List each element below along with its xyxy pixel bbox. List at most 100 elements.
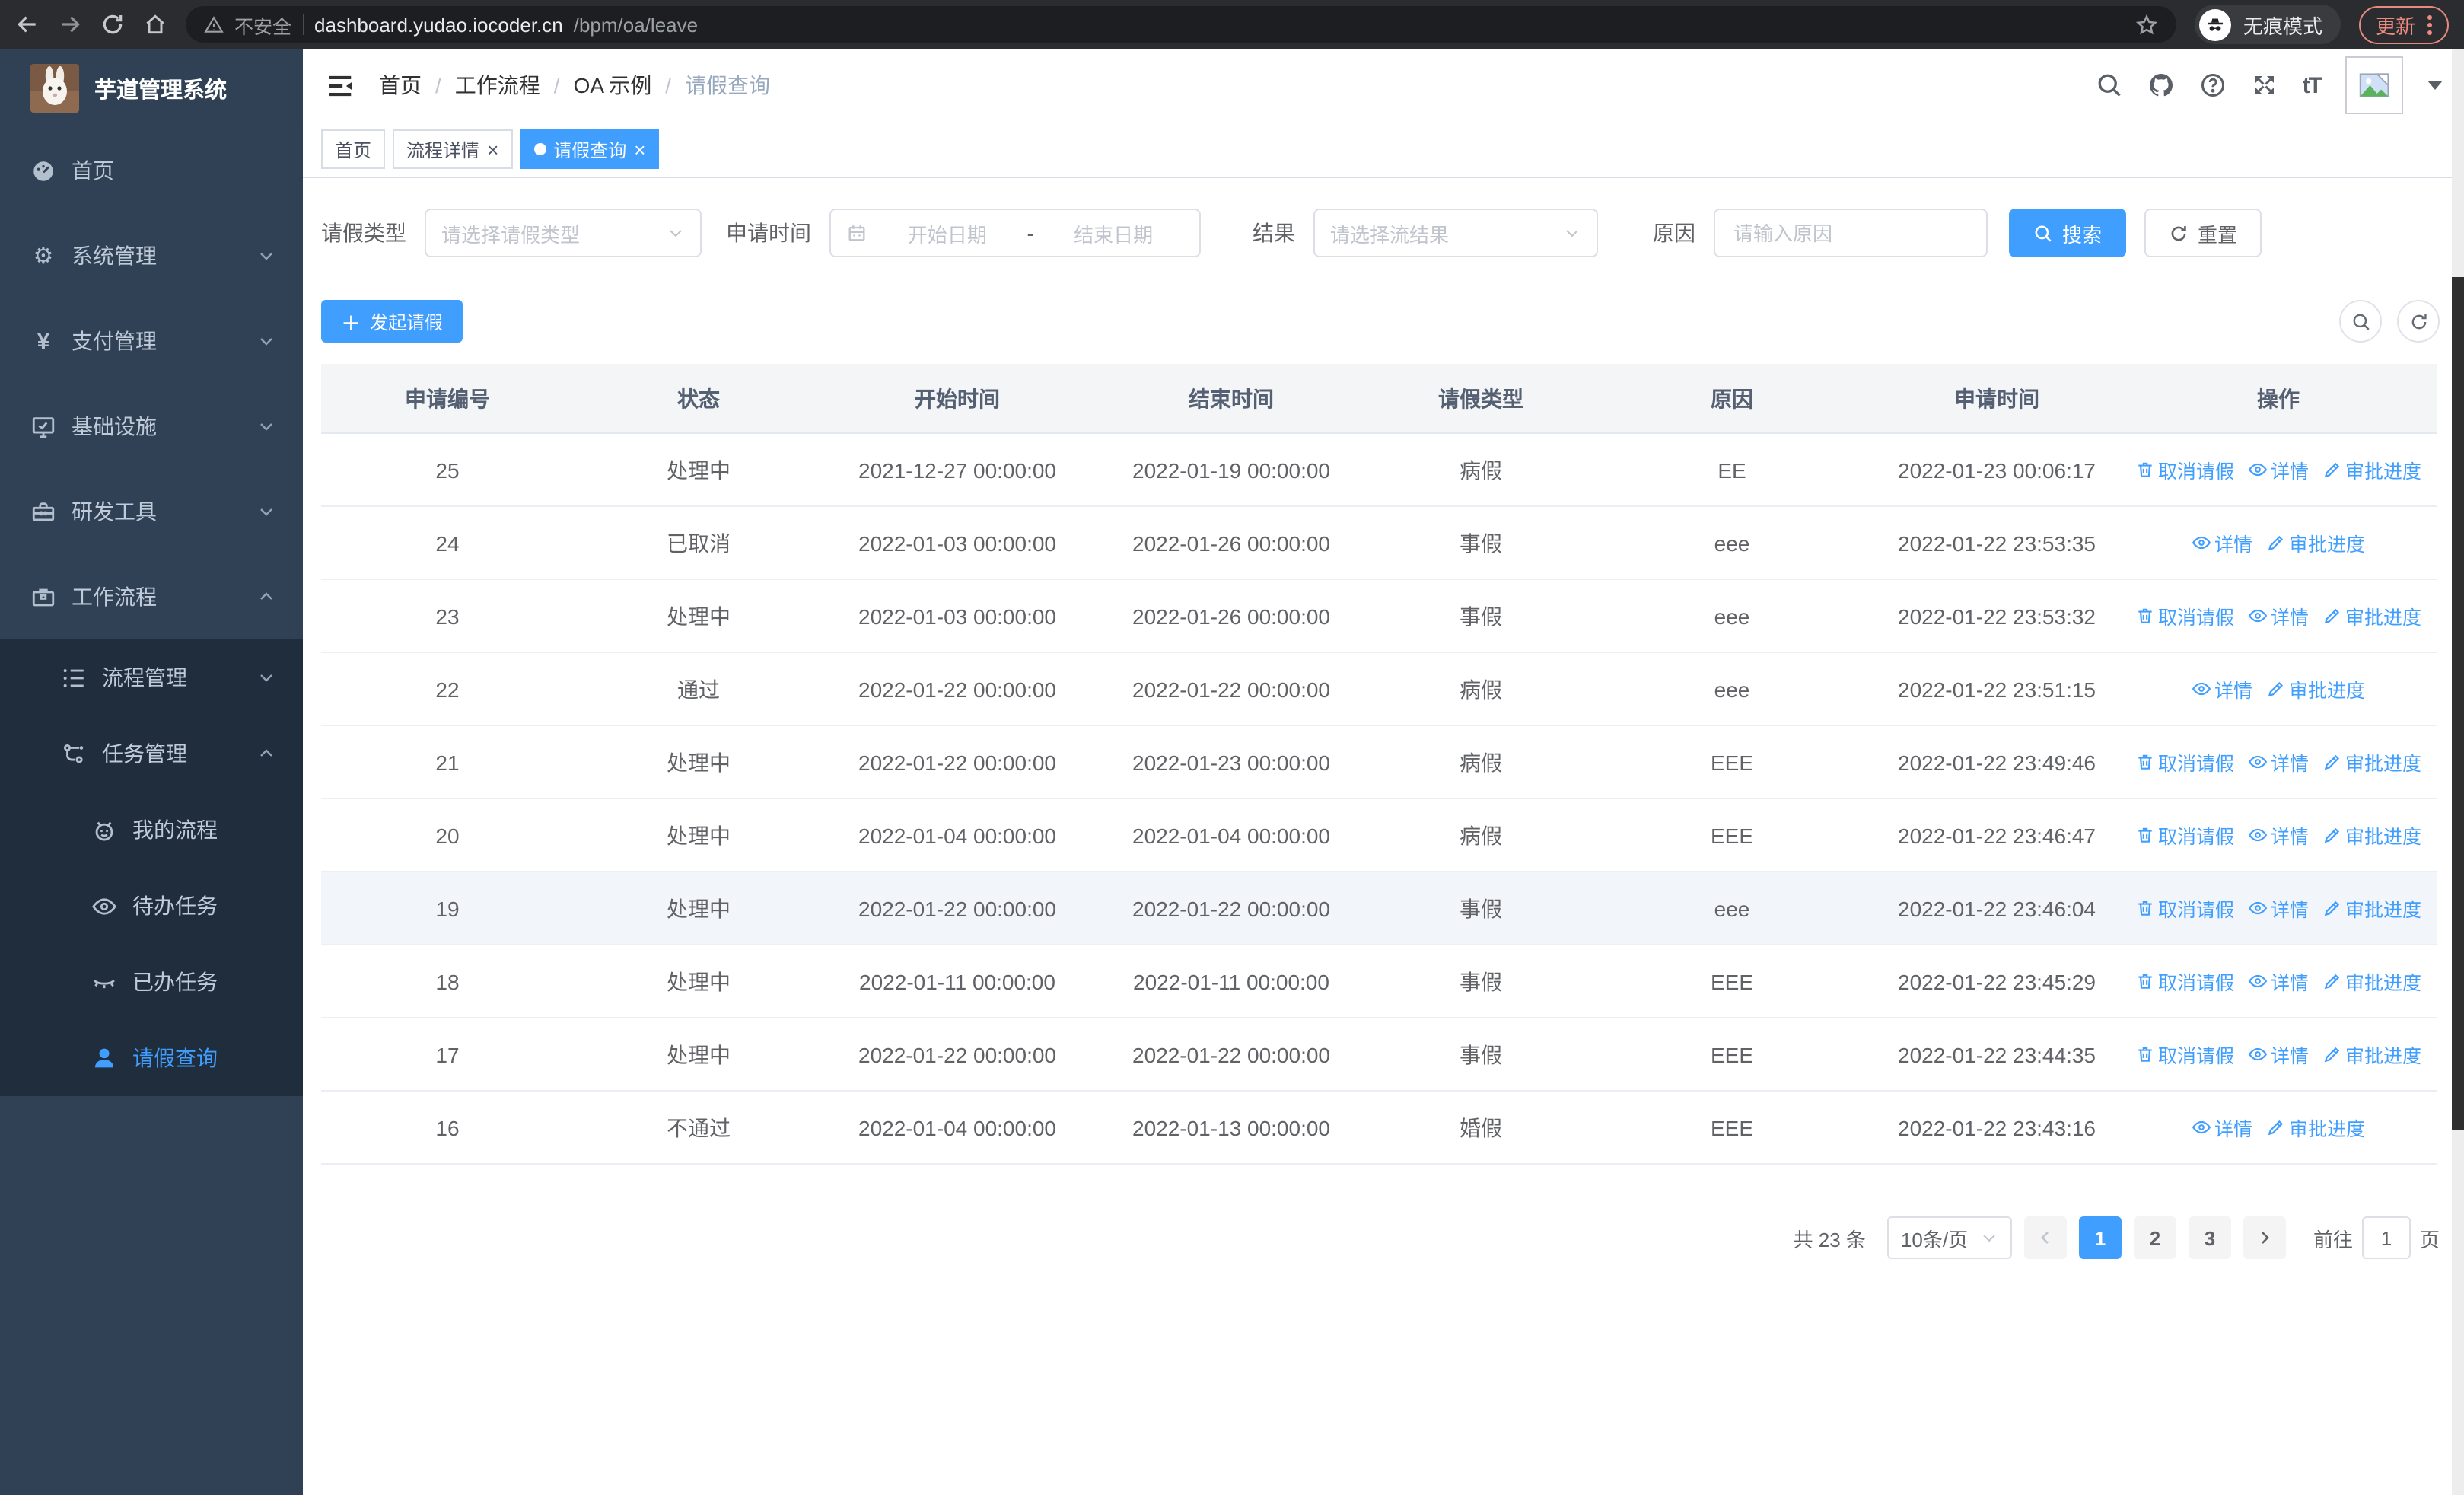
cancel-leave-link[interactable]: 取消请假 — [2135, 821, 2234, 850]
cancel-leave-link[interactable]: 取消请假 — [2135, 748, 2234, 776]
cell-leave-type: 病假 — [1460, 823, 1502, 847]
refresh-table-button[interactable] — [2397, 300, 2440, 343]
sidebar-item-process-management[interactable]: 流程管理 — [0, 639, 303, 716]
tab-label: 首页 — [335, 139, 372, 161]
cell-reason: EEE — [1710, 823, 1753, 847]
tab-process-detail[interactable]: 流程详情 × — [393, 129, 513, 169]
search-icon[interactable] — [2096, 72, 2123, 99]
cancel-leave-link[interactable]: 取消请假 — [2135, 1040, 2234, 1069]
sidebar-item-task-management[interactable]: 任务管理 — [0, 716, 303, 792]
detail-link[interactable]: 详情 — [2248, 894, 2309, 923]
show-search-toggle-button[interactable] — [2339, 300, 2382, 343]
search-button[interactable]: 搜索 — [2009, 209, 2127, 257]
sidebar-item-infrastructure[interactable]: 基础设施 — [0, 384, 303, 469]
fullscreen-icon[interactable] — [2251, 72, 2278, 99]
caret-down-icon[interactable] — [2427, 81, 2443, 90]
help-icon[interactable] — [2199, 72, 2227, 99]
reset-button[interactable]: 重置 — [2144, 209, 2262, 257]
detail-link[interactable]: 详情 — [2248, 601, 2309, 630]
next-page-button[interactable] — [2243, 1216, 2286, 1259]
back-icon[interactable] — [15, 12, 40, 37]
cancel-leave-link[interactable]: 取消请假 — [2135, 601, 2234, 630]
breadcrumb-workflow[interactable]: 工作流程 — [455, 70, 540, 100]
close-icon[interactable]: × — [634, 139, 645, 159]
cell-apply-no: 24 — [435, 531, 460, 555]
approval-progress-link[interactable]: 审批进度 — [2266, 674, 2365, 703]
create-leave-button[interactable]: ＋ 发起请假 — [321, 300, 463, 343]
cell-leave-type: 事假 — [1460, 896, 1502, 920]
cell-end-time: 2022-01-22 00:00:00 — [1132, 1042, 1330, 1066]
approval-progress-link[interactable]: 审批进度 — [2322, 1040, 2421, 1069]
breadcrumb-oa-example[interactable]: OA 示例 — [574, 70, 652, 100]
cancel-leave-link[interactable]: 取消请假 — [2135, 967, 2234, 996]
search-icon — [2352, 313, 2369, 330]
kebab-menu-icon[interactable] — [2427, 14, 2432, 34]
sidebar-item-todo-tasks[interactable]: 待办任务 — [0, 868, 303, 944]
incognito-icon — [2198, 8, 2231, 40]
approval-progress-link[interactable]: 审批进度 — [2322, 455, 2421, 484]
sidebar-item-workflow[interactable]: 工作流程 — [0, 554, 303, 639]
approval-progress-link[interactable]: 审批进度 — [2322, 894, 2421, 923]
sidebar-item-done-tasks[interactable]: 已办任务 — [0, 944, 303, 1020]
screen: 不安全 dashboard.yudao.iocoder.cn /bpm/oa/l… — [0, 0, 2464, 1495]
prev-page-button[interactable] — [2023, 1216, 2067, 1259]
bookmark-star-icon[interactable] — [2135, 13, 2158, 36]
apply-time-range-picker[interactable]: 开始日期 - 结束日期 — [829, 209, 1201, 257]
detail-link[interactable]: 详情 — [2248, 967, 2309, 996]
sidebar-item-system-management[interactable]: ⚙ 系统管理 — [0, 213, 303, 298]
detail-link[interactable]: 详情 — [2192, 1113, 2252, 1142]
sidebar-item-payment-management[interactable]: ¥ 支付管理 — [0, 298, 303, 384]
detail-link[interactable]: 详情 — [2192, 674, 2252, 703]
approval-progress-link[interactable]: 审批进度 — [2266, 528, 2365, 557]
leave-type-select[interactable]: 请选择请假类型 — [425, 209, 702, 257]
topbar-actions: tT — [2096, 56, 2443, 114]
detail-link[interactable]: 详情 — [2248, 455, 2309, 484]
goto-page-input[interactable] — [2361, 1216, 2411, 1259]
page-button-1[interactable]: 1 — [2078, 1216, 2122, 1259]
sidebar-item-my-process[interactable]: 我的流程 — [0, 792, 303, 868]
security-label[interactable]: 不安全 — [234, 10, 291, 39]
cancel-leave-link[interactable]: 取消请假 — [2135, 894, 2234, 923]
col-leave-type: 请假类型 — [1438, 386, 1523, 410]
forward-icon[interactable] — [58, 12, 82, 37]
scrollbar-track[interactable] — [2452, 49, 2464, 1495]
cancel-leave-link[interactable]: 取消请假 — [2135, 455, 2234, 484]
result-select[interactable]: 请选择流结果 — [1313, 209, 1598, 257]
sidebar-item-leave-query[interactable]: 请假查询 — [0, 1020, 303, 1096]
page-size-select[interactable]: 10条/页 — [1886, 1216, 2012, 1259]
page-button-2[interactable]: 2 — [2133, 1216, 2176, 1259]
font-size-icon[interactable]: tT — [2303, 72, 2322, 98]
sidebar-item-home[interactable]: 首页 — [0, 128, 303, 213]
approval-progress-link[interactable]: 审批进度 — [2322, 967, 2421, 996]
cell-leave-type: 病假 — [1460, 677, 1502, 701]
tab-leave-query[interactable]: 请假查询 × — [520, 129, 660, 169]
detail-link[interactable]: 详情 — [2248, 1040, 2309, 1069]
approval-progress-link[interactable]: 审批进度 — [2266, 1113, 2365, 1142]
incognito-badge: 无痕模式 — [2194, 5, 2341, 44]
detail-link[interactable]: 详情 — [2192, 528, 2252, 557]
approval-progress-link[interactable]: 审批进度 — [2322, 821, 2421, 850]
cell-apply-no: 22 — [435, 677, 460, 701]
reload-icon[interactable] — [100, 12, 125, 37]
detail-link[interactable]: 详情 — [2248, 748, 2309, 776]
breadcrumb: 首页 / 工作流程 / OA 示例 / 请假查询 — [379, 70, 770, 100]
home-icon[interactable] — [143, 12, 167, 37]
scrollbar-thumb[interactable] — [2452, 277, 2464, 1130]
update-button[interactable]: 更新 — [2358, 5, 2449, 43]
approval-progress-link[interactable]: 审批进度 — [2322, 748, 2421, 776]
cell-apply-no: 19 — [435, 896, 460, 920]
breadcrumb-home[interactable]: 首页 — [379, 70, 422, 100]
user-avatar[interactable] — [2345, 56, 2403, 114]
sidebar-item-dev-tools[interactable]: 研发工具 — [0, 469, 303, 554]
github-icon[interactable] — [2147, 72, 2175, 99]
refresh-icon — [2171, 225, 2186, 241]
sidebar-collapse-button[interactable] — [326, 71, 355, 100]
approval-progress-link[interactable]: 审批进度 — [2322, 601, 2421, 630]
reason-input[interactable] — [1714, 209, 1988, 257]
page-button-3[interactable]: 3 — [2188, 1216, 2231, 1259]
close-icon[interactable]: × — [487, 139, 498, 159]
url-bar[interactable]: 不安全 dashboard.yudao.iocoder.cn /bpm/oa/l… — [186, 6, 2176, 43]
cell-start-time: 2022-01-22 00:00:00 — [858, 896, 1056, 920]
detail-link[interactable]: 详情 — [2248, 821, 2309, 850]
tab-home[interactable]: 首页 — [321, 129, 386, 169]
